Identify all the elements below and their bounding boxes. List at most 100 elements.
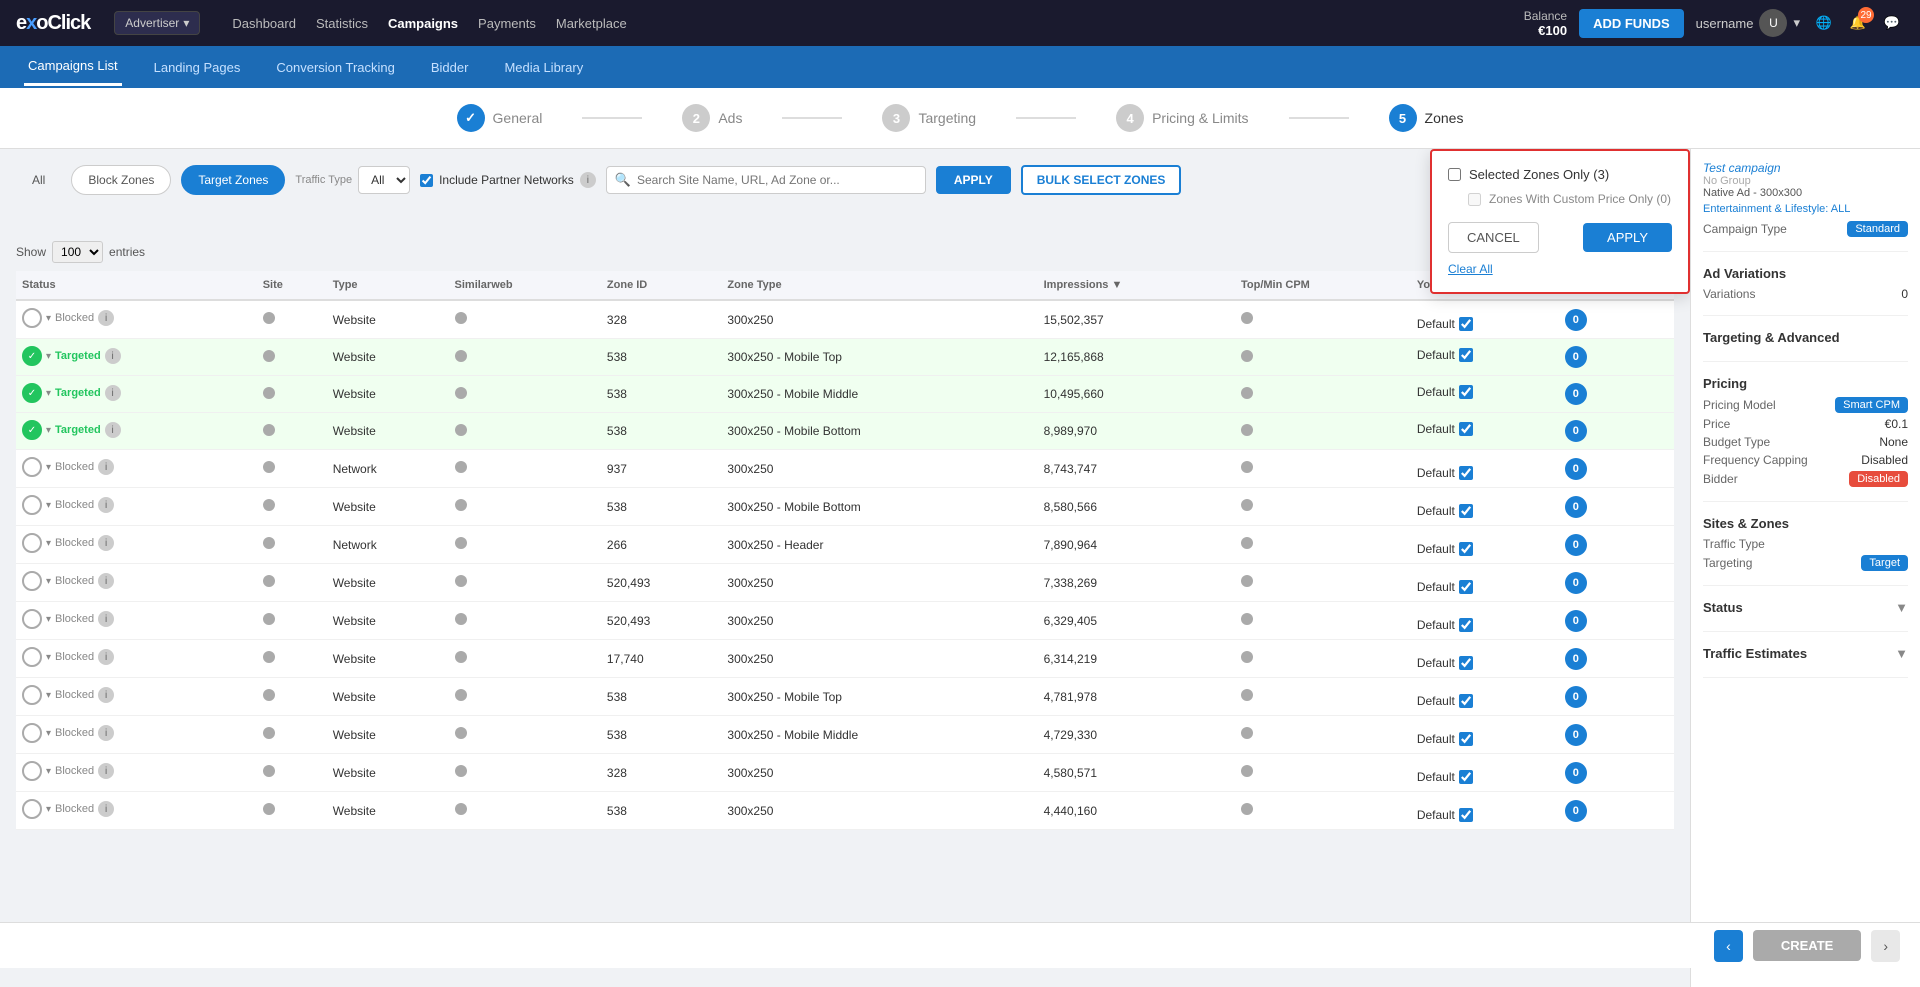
status-icon[interactable] [22,571,42,591]
info-icon[interactable]: i [105,422,121,438]
sub-id-badge[interactable]: 0 [1565,420,1587,442]
chevron-down-icon[interactable]: ▾ [46,728,51,739]
all-tab-button[interactable]: All [16,166,61,194]
sub-id-badge[interactable]: 0 [1565,686,1587,708]
info-icon[interactable]: i [98,535,114,551]
info-icon[interactable]: i [98,497,114,513]
custom-price-checkbox[interactable] [1468,193,1481,206]
target-zones-button[interactable]: Target Zones [181,165,285,195]
status-icon[interactable] [22,723,42,743]
info-icon[interactable]: i [98,310,114,326]
your-cpm-checkbox[interactable] [1459,580,1473,594]
sub-id-badge[interactable]: 0 [1565,648,1587,670]
username-area[interactable]: username U ▾ [1696,9,1800,37]
status-icon[interactable] [22,799,42,819]
status-icon[interactable] [22,609,42,629]
info-icon[interactable]: i [105,385,121,401]
your-cpm-checkbox[interactable] [1459,317,1473,331]
add-funds-button[interactable]: ADD FUNDS [1579,9,1684,38]
block-zones-button[interactable]: Block Zones [71,165,171,195]
status-icon[interactable]: ✓ [22,346,42,366]
search-input[interactable] [637,173,917,187]
info-icon[interactable]: i [105,348,121,364]
traffic-estimates-collapse-icon[interactable]: ▼ [1895,646,1908,661]
sub-nav-conversion-tracking[interactable]: Conversion Tracking [272,50,399,85]
selected-zones-checkbox[interactable] [1448,168,1461,181]
your-cpm-checkbox[interactable] [1459,466,1473,480]
status-icon[interactable] [22,647,42,667]
chevron-down-icon[interactable]: ▾ [46,351,51,362]
clear-all-link[interactable]: Clear All [1448,262,1493,276]
your-cpm-checkbox[interactable] [1459,422,1473,436]
sub-nav-landing-pages[interactable]: Landing Pages [150,50,245,85]
status-icon[interactable] [22,685,42,705]
sub-nav-bidder[interactable]: Bidder [427,50,473,85]
nav-campaigns[interactable]: Campaigns [388,16,458,31]
chevron-down-icon[interactable]: ▾ [46,652,51,663]
your-cpm-checkbox[interactable] [1459,542,1473,556]
nav-statistics[interactable]: Statistics [316,16,368,31]
chevron-down-icon[interactable]: ▾ [46,614,51,625]
chevron-down-icon[interactable]: ▾ [46,690,51,701]
chevron-down-icon[interactable]: ▾ [46,388,51,399]
status-icon[interactable] [22,495,42,515]
chevron-down-icon[interactable]: ▾ [46,766,51,777]
sub-id-badge[interactable]: 0 [1565,610,1587,632]
info-icon[interactable]: i [98,687,114,703]
popup-apply-button[interactable]: APPLY [1583,223,1672,252]
next-button[interactable]: › [1871,930,1900,962]
sub-id-badge[interactable]: 0 [1565,496,1587,518]
sub-id-badge[interactable]: 0 [1565,572,1587,594]
chevron-down-icon[interactable]: ▾ [46,538,51,549]
sub-nav-campaigns-list[interactable]: Campaigns List [24,48,122,86]
prev-button[interactable]: ‹ [1714,930,1743,962]
status-icon[interactable] [22,761,42,781]
status-collapse-icon[interactable]: ▼ [1895,600,1908,615]
your-cpm-checkbox[interactable] [1459,618,1473,632]
status-icon[interactable]: ✓ [22,383,42,403]
col-impressions[interactable]: Impressions ▼ [1038,271,1235,300]
chevron-down-icon[interactable]: ▾ [46,500,51,511]
info-icon[interactable]: i [98,611,114,627]
info-icon[interactable]: i [98,763,114,779]
sub-id-badge[interactable]: 0 [1565,800,1587,822]
sub-id-badge[interactable]: 0 [1565,458,1587,480]
info-icon[interactable]: i [98,459,114,475]
advertiser-dropdown[interactable]: Advertiser ▾ [114,11,200,35]
your-cpm-checkbox[interactable] [1459,694,1473,708]
traffic-type-dropdown[interactable]: All [358,166,410,194]
sub-id-badge[interactable]: 0 [1565,762,1587,784]
chevron-down-icon[interactable]: ▾ [46,425,51,436]
nav-dashboard[interactable]: Dashboard [232,16,296,31]
nav-marketplace[interactable]: Marketplace [556,16,627,31]
nav-payments[interactable]: Payments [478,16,536,31]
your-cpm-checkbox[interactable] [1459,348,1473,362]
your-cpm-checkbox[interactable] [1459,504,1473,518]
info-icon[interactable]: i [98,725,114,741]
your-cpm-checkbox[interactable] [1459,732,1473,746]
info-icon[interactable]: i [98,649,114,665]
info-icon[interactable]: i [580,172,596,188]
sub-id-badge[interactable]: 0 [1565,383,1587,405]
info-icon[interactable]: i [98,573,114,589]
include-partner-checkbox[interactable] [420,174,433,187]
chevron-down-icon[interactable]: ▾ [46,313,51,324]
sub-id-badge[interactable]: 0 [1565,346,1587,368]
chevron-down-icon[interactable]: ▾ [46,576,51,587]
info-icon[interactable]: i [98,801,114,817]
chevron-down-icon[interactable]: ▾ [46,462,51,473]
your-cpm-checkbox[interactable] [1459,656,1473,670]
status-icon[interactable] [22,457,42,477]
your-cpm-checkbox[interactable] [1459,808,1473,822]
sub-id-badge[interactable]: 0 [1565,534,1587,556]
globe-icon[interactable]: 🌐 [1812,11,1836,35]
create-button[interactable]: CREATE [1753,930,1861,961]
sub-id-badge[interactable]: 0 [1565,724,1587,746]
entries-select[interactable]: 100 [52,241,103,263]
notification-icon[interactable]: 🔔 29 [1846,11,1870,35]
chevron-down-icon[interactable]: ▾ [46,804,51,815]
apply-button[interactable]: APPLY [936,166,1011,194]
chat-icon[interactable]: 💬 [1880,11,1904,35]
status-icon[interactable]: ✓ [22,420,42,440]
sub-id-badge[interactable]: 0 [1565,309,1587,331]
